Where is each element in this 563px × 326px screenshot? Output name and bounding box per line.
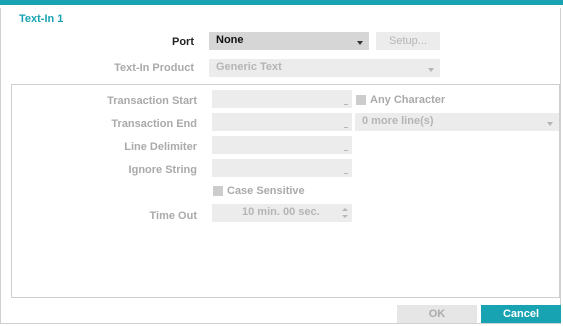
transaction-end-input[interactable] [212,113,352,131]
text-in-product-label: Text-In Product [114,62,194,74]
chevron-down-icon [428,68,434,72]
field-edit-marker [344,173,348,174]
any-character-checkbox[interactable]: Any Character [356,94,445,106]
line-delimiter-label: Line Delimiter [124,141,197,153]
transaction-start-input[interactable] [212,90,352,108]
case-sensitive-checkbox[interactable]: Case Sensitive [213,185,305,197]
field-edit-marker [344,127,348,128]
ignore-string-label: Ignore String [128,164,197,176]
spin-up-icon[interactable] [342,208,348,211]
time-out-spinner[interactable]: 10 min. 00 sec. [212,204,352,222]
field-edit-marker [344,150,348,151]
text-in-product-value: Generic Text [216,61,282,73]
port-label: Port [172,36,194,48]
ok-button[interactable]: OK [397,305,477,323]
title-bar-accent [0,0,563,5]
cancel-button[interactable]: Cancel [481,305,561,323]
time-out-value: 10 min. 00 sec. [242,206,320,218]
more-lines-select[interactable]: 0 more line(s) [355,113,559,131]
transaction-end-label: Transaction End [111,118,197,130]
chevron-down-icon [357,41,363,45]
spin-down-icon[interactable] [342,215,348,218]
checkbox-box [213,186,223,196]
checkbox-box [356,95,366,105]
port-value: None [216,34,244,46]
time-out-label: Time Out [149,210,197,222]
more-lines-value: 0 more line(s) [362,115,434,127]
text-in-product-select[interactable]: Generic Text [209,59,440,77]
field-edit-marker [344,104,348,105]
line-delimiter-input[interactable] [212,136,352,154]
transaction-start-label: Transaction Start [107,95,197,107]
port-select[interactable]: None [209,32,369,50]
chevron-down-icon [547,122,553,126]
case-sensitive-label: Case Sensitive [227,185,305,197]
dialog-title: Text-In 1 [19,13,64,25]
setup-button[interactable]: Setup... [376,32,440,50]
any-character-label: Any Character [370,94,446,106]
ignore-string-input[interactable] [212,159,352,177]
